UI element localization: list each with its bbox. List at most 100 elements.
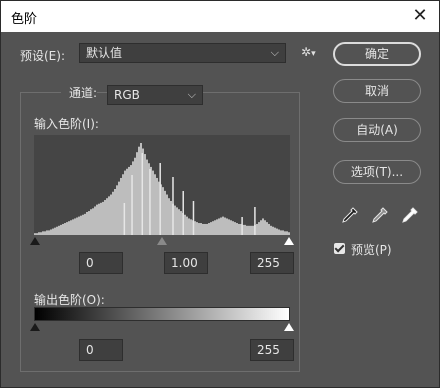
channel-select[interactable]: RGB ⌵	[107, 85, 203, 105]
dialog-title: 色阶	[11, 12, 38, 27]
histogram-bin	[114, 189, 116, 235]
histogram-bin	[48, 230, 50, 235]
output-gradient-bar	[34, 307, 290, 321]
preview-checkbox[interactable]	[334, 243, 345, 254]
histogram-bin	[136, 152, 138, 235]
preset-label: 预设(E):	[20, 49, 65, 63]
input-black-field[interactable]: 0	[79, 252, 123, 274]
histogram-bin	[200, 223, 202, 235]
histogram-bin	[206, 223, 208, 235]
histogram-bin	[152, 170, 154, 235]
chevron-down-icon: ⌵	[270, 46, 279, 59]
histogram-bin	[248, 225, 250, 235]
output-black-field[interactable]: 0	[79, 339, 123, 361]
histogram-bin	[212, 221, 214, 235]
histogram-spike	[141, 153, 144, 235]
histogram-bin	[262, 218, 264, 235]
output-white-slider[interactable]	[284, 323, 294, 331]
histogram-bin	[92, 208, 94, 235]
histogram-bin	[274, 227, 276, 235]
histogram-bin	[156, 177, 158, 235]
histogram-bin	[180, 211, 182, 235]
channel-value: RGB	[114, 88, 140, 102]
histogram-bin	[288, 232, 290, 235]
histogram-bin	[270, 225, 272, 235]
histogram-bin	[166, 194, 168, 235]
histogram-bin	[276, 228, 278, 235]
histogram-bin	[272, 226, 274, 235]
histogram-bin	[118, 181, 120, 235]
histogram-bin	[126, 168, 128, 235]
histogram-bin	[230, 220, 232, 235]
histogram-spike	[149, 169, 151, 235]
output-black-slider[interactable]	[30, 323, 40, 331]
gray-eyedropper-icon[interactable]	[370, 205, 390, 225]
options-button[interactable]: 选项(T)...	[333, 160, 421, 184]
histogram-bin	[184, 214, 186, 235]
histogram-bin	[78, 216, 80, 235]
output-white-field[interactable]: 255	[250, 339, 294, 361]
histogram-bin	[104, 200, 106, 235]
histogram-bin	[138, 146, 140, 235]
gear-icon[interactable]: ✲▾	[301, 45, 316, 59]
histogram-bin	[86, 212, 88, 235]
histogram-bin	[186, 216, 188, 235]
cancel-button[interactable]: 取消	[333, 79, 421, 103]
histogram-bin	[188, 218, 190, 235]
histogram-bin	[102, 201, 104, 235]
histogram-bin	[258, 222, 260, 235]
histogram-bin	[88, 211, 90, 235]
histogram-bin	[54, 227, 56, 235]
histogram-spike	[192, 201, 195, 235]
histogram-bin	[226, 218, 228, 235]
histogram-bin	[252, 225, 254, 235]
ok-button[interactable]: 确定	[333, 42, 421, 66]
histogram-bin	[116, 185, 118, 235]
histogram-bin	[224, 217, 226, 235]
histogram-bin	[244, 224, 246, 235]
histogram-bin	[94, 206, 96, 235]
histogram-bin	[278, 229, 280, 235]
histogram-bin	[52, 228, 54, 235]
histogram-bin	[198, 223, 200, 235]
histogram-bin	[40, 232, 42, 235]
histogram-bin	[256, 223, 258, 235]
histogram-bin	[112, 191, 114, 235]
histogram-spike	[172, 177, 174, 235]
histogram-bin	[232, 221, 234, 235]
histogram-bin	[260, 220, 262, 235]
input-levels-label: 输入色阶(I):	[34, 117, 99, 131]
histogram-bin	[56, 226, 58, 235]
histogram-bin	[106, 198, 108, 235]
histogram-bin	[42, 231, 44, 235]
histogram-bin	[236, 223, 238, 235]
input-white-field[interactable]: 255	[250, 252, 294, 274]
channel-label: 通道:	[69, 86, 98, 100]
input-black-slider[interactable]	[30, 237, 40, 245]
histogram-bin	[210, 222, 212, 235]
histogram-bin	[222, 216, 224, 235]
histogram	[34, 135, 290, 235]
histogram-bin	[202, 223, 204, 235]
histogram-bin	[82, 214, 84, 235]
histogram-bin	[214, 220, 216, 235]
histogram-bin	[190, 219, 192, 235]
input-white-slider[interactable]	[284, 237, 294, 245]
histogram-spike	[182, 191, 184, 235]
white-eyedropper-icon[interactable]	[400, 205, 420, 225]
histogram-bin	[154, 174, 156, 235]
histogram-bin	[96, 204, 98, 235]
preset-select[interactable]: 默认值 ⌵	[79, 43, 286, 63]
histogram-bin	[44, 231, 46, 235]
input-gamma-slider[interactable]	[157, 237, 167, 245]
black-eyedropper-icon[interactable]	[340, 205, 360, 225]
histogram-bin	[204, 223, 206, 235]
preview-label: 预览(P)	[351, 243, 392, 257]
histogram-bin	[66, 222, 68, 235]
histogram-bin	[234, 222, 236, 235]
histogram-plot	[34, 143, 290, 235]
input-gamma-field[interactable]: 1.00	[164, 252, 208, 274]
close-icon[interactable]: ✕	[409, 5, 431, 27]
auto-button[interactable]: 自动(A)	[333, 118, 421, 142]
histogram-spike	[159, 163, 161, 235]
